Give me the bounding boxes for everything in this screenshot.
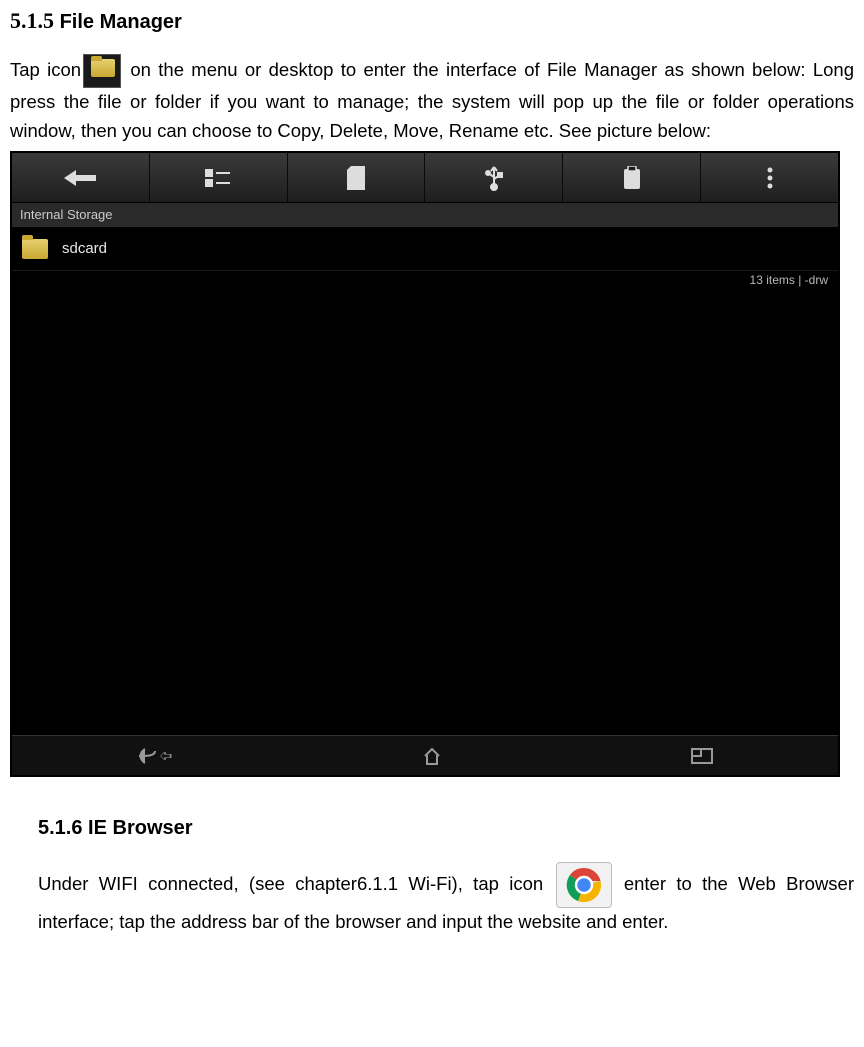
fm-toolbar — [12, 153, 838, 203]
multi-select-button[interactable] — [150, 153, 288, 202]
paste-button[interactable] — [563, 153, 701, 202]
back-button[interactable] — [12, 153, 150, 202]
section-title-2: IE Browser — [88, 817, 192, 839]
file-manager-icon — [83, 54, 121, 88]
paragraph-file-manager: Tap icon on the menu or desktop to enter… — [10, 54, 854, 145]
text-after-icon: on the menu or desktop to enter the inte… — [10, 59, 854, 141]
paragraph-ie-browser: Under WIFI connected, (see chapter6.1.1 … — [38, 862, 854, 937]
file-manager-screenshot: Internal Storage sdcard 13 items | -drw … — [10, 151, 840, 777]
nav-back-button[interactable]: ➪ — [137, 746, 172, 766]
sdcard-button[interactable] — [288, 153, 426, 202]
text-before-chrome-icon: Under WIFI connected, (see chapter6.1.1 … — [38, 873, 554, 894]
section-number: 5.1.5 — [10, 8, 54, 33]
text-before-icon: Tap icon — [10, 59, 81, 80]
folder-name: sdcard — [62, 240, 107, 257]
system-navbar: ➪ — [12, 735, 838, 775]
storage-header: Internal Storage — [12, 203, 838, 227]
section-heading-file-manager: 5.1.5 File Manager — [10, 8, 854, 34]
folder-meta: 13 items | -drw — [12, 271, 838, 291]
menu-button[interactable] — [701, 153, 838, 202]
usb-button[interactable] — [425, 153, 563, 202]
section-title: File Manager — [60, 11, 182, 33]
folder-meta-text: 13 items | -drw — [750, 273, 828, 287]
storage-label: Internal Storage — [20, 207, 113, 222]
folder-row[interactable]: sdcard — [12, 227, 838, 271]
folder-icon — [22, 239, 48, 259]
section-heading-ie-browser: 5.1.6 IE Browser — [38, 817, 854, 840]
nav-recent-button[interactable] — [691, 748, 713, 764]
section-number-2: 5.1.6 — [38, 817, 82, 839]
nav-home-button[interactable] — [422, 746, 442, 766]
chrome-icon — [556, 862, 612, 908]
fm-empty-area — [12, 291, 838, 735]
